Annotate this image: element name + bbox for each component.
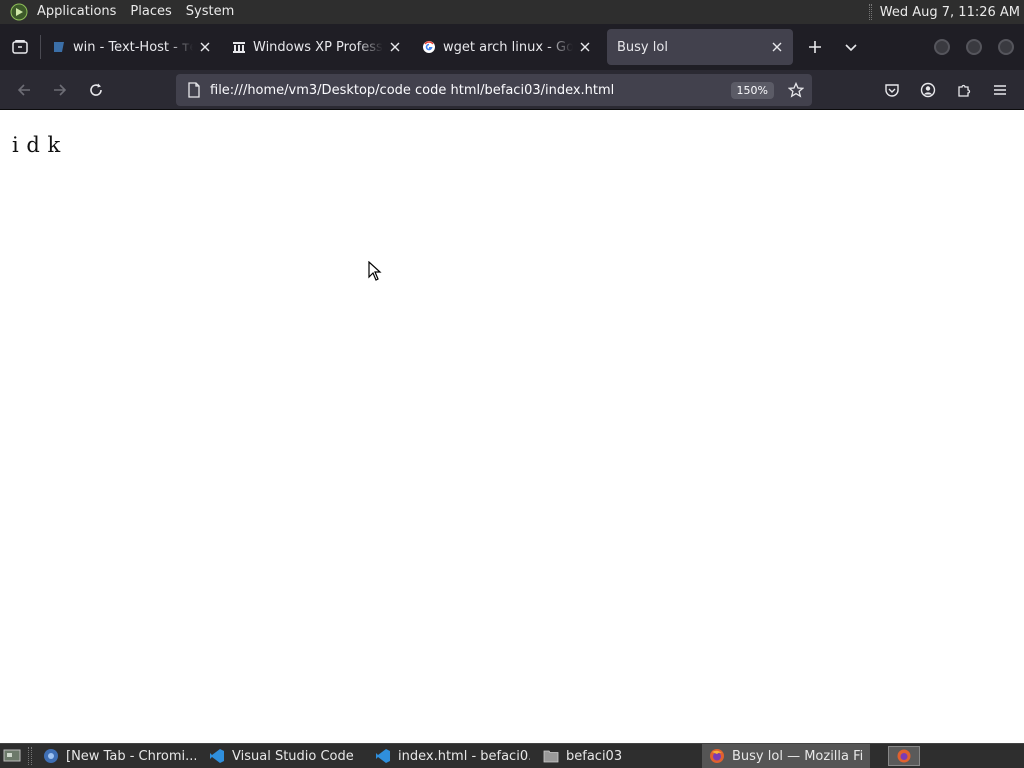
bookmark-star-icon[interactable] [782, 76, 810, 104]
vscode-icon [208, 747, 226, 765]
texthost-icon [51, 39, 67, 55]
task-vscode-index[interactable]: index.html - befaci0... [368, 744, 536, 768]
desktop-icon [3, 749, 21, 762]
tab-windows-xp[interactable]: Windows XP Professional [221, 29, 411, 65]
tab-title: Windows XP Professional [253, 39, 383, 55]
firefox-icon [897, 749, 911, 763]
panel-clock[interactable]: Wed Aug 7, 11:26 AM [880, 5, 1020, 20]
url-bar[interactable]: file:///home/vm3/Desktop/code code html/… [176, 74, 812, 106]
app-menu-button[interactable] [982, 74, 1018, 106]
close-tab-icon[interactable] [577, 39, 593, 55]
task-label: befaci03 [566, 748, 623, 764]
task-file-manager[interactable]: befaci03 [536, 744, 702, 768]
navigation-toolbar: file:///home/vm3/Desktop/code code html/… [0, 70, 1024, 110]
chromium-icon [42, 747, 60, 765]
task-label: Busy lol — Mozilla Fi... [732, 748, 864, 764]
extensions-button[interactable] [946, 74, 982, 106]
arrow-right-icon [54, 83, 67, 96]
close-window-button[interactable] [998, 39, 1014, 55]
tab-title: win - Text-Host - текст [73, 39, 193, 55]
task-label: index.html - befaci0... [398, 748, 530, 764]
tab-strip: win - Text-Host - текст Windows XP Profe… [0, 24, 1024, 70]
forward-button[interactable] [42, 74, 78, 106]
zoom-level-badge[interactable]: 150% [730, 81, 774, 99]
toolbar-right-buttons [874, 74, 1018, 106]
pocket-button[interactable] [874, 74, 910, 106]
panel-drag-handle[interactable] [868, 4, 872, 20]
list-all-tabs-button[interactable] [833, 29, 869, 65]
firefox-view-icon [12, 40, 28, 54]
arrow-left-icon [17, 83, 30, 96]
task-vscode[interactable]: Visual Studio Code [202, 744, 368, 768]
pocket-icon [885, 84, 899, 97]
google-icon [421, 39, 437, 55]
top-panel: Applications Places System Wed Aug 7, 11… [0, 0, 1024, 24]
task-chromium[interactable]: [New Tab - Chromi... [36, 744, 202, 768]
tab-wget-google[interactable]: wget arch linux - Google [411, 29, 601, 65]
hamburger-menu-icon [994, 85, 1006, 95]
vscode-icon [374, 747, 392, 765]
tab-text-host[interactable]: win - Text-Host - текст [41, 29, 221, 65]
mouse-pointer-icon [368, 260, 382, 285]
workspace-switcher[interactable] [888, 746, 920, 766]
account-icon [920, 82, 936, 98]
puzzle-icon [958, 84, 971, 97]
system-menu[interactable]: System [179, 0, 241, 24]
task-label: [New Tab - Chromi... [66, 748, 196, 764]
applications-menu[interactable]: Applications [30, 0, 123, 24]
show-desktop-button[interactable] [0, 744, 24, 768]
firefox-view-button[interactable] [0, 24, 40, 70]
close-tab-icon[interactable] [197, 39, 213, 55]
maximize-window-button[interactable] [966, 39, 982, 55]
minimize-window-button[interactable] [934, 39, 950, 55]
places-menu[interactable]: Places [123, 0, 178, 24]
close-tab-icon[interactable] [769, 39, 785, 55]
task-firefox[interactable]: Busy lol — Mozilla Fi... [702, 744, 870, 768]
reload-icon [90, 83, 102, 96]
task-label: Visual Studio Code [232, 748, 354, 764]
distro-logo-icon[interactable] [8, 1, 30, 23]
firefox-icon [708, 747, 726, 765]
close-tab-icon[interactable] [387, 39, 403, 55]
tab-busy-lol[interactable]: Busy lol [607, 29, 793, 65]
folder-icon [542, 747, 560, 765]
chevron-down-icon [845, 44, 857, 52]
page-content: i d k [0, 111, 1024, 743]
url-text[interactable]: file:///home/vm3/Desktop/code code html/… [210, 83, 731, 98]
archive-icon [231, 39, 247, 55]
bottom-taskbar: [New Tab - Chromi... Visual Studio Code … [0, 743, 1024, 768]
account-button[interactable] [910, 74, 946, 106]
plus-icon [809, 41, 821, 53]
back-button[interactable] [6, 74, 42, 106]
taskbar-separator[interactable] [28, 747, 32, 765]
tab-title: wget arch linux - Google [443, 39, 573, 55]
page-icon[interactable] [178, 74, 210, 106]
tab-title: Busy lol [617, 39, 668, 55]
new-tab-button[interactable] [797, 29, 833, 65]
reload-button[interactable] [78, 74, 114, 106]
page-body-text: i d k [12, 133, 61, 157]
